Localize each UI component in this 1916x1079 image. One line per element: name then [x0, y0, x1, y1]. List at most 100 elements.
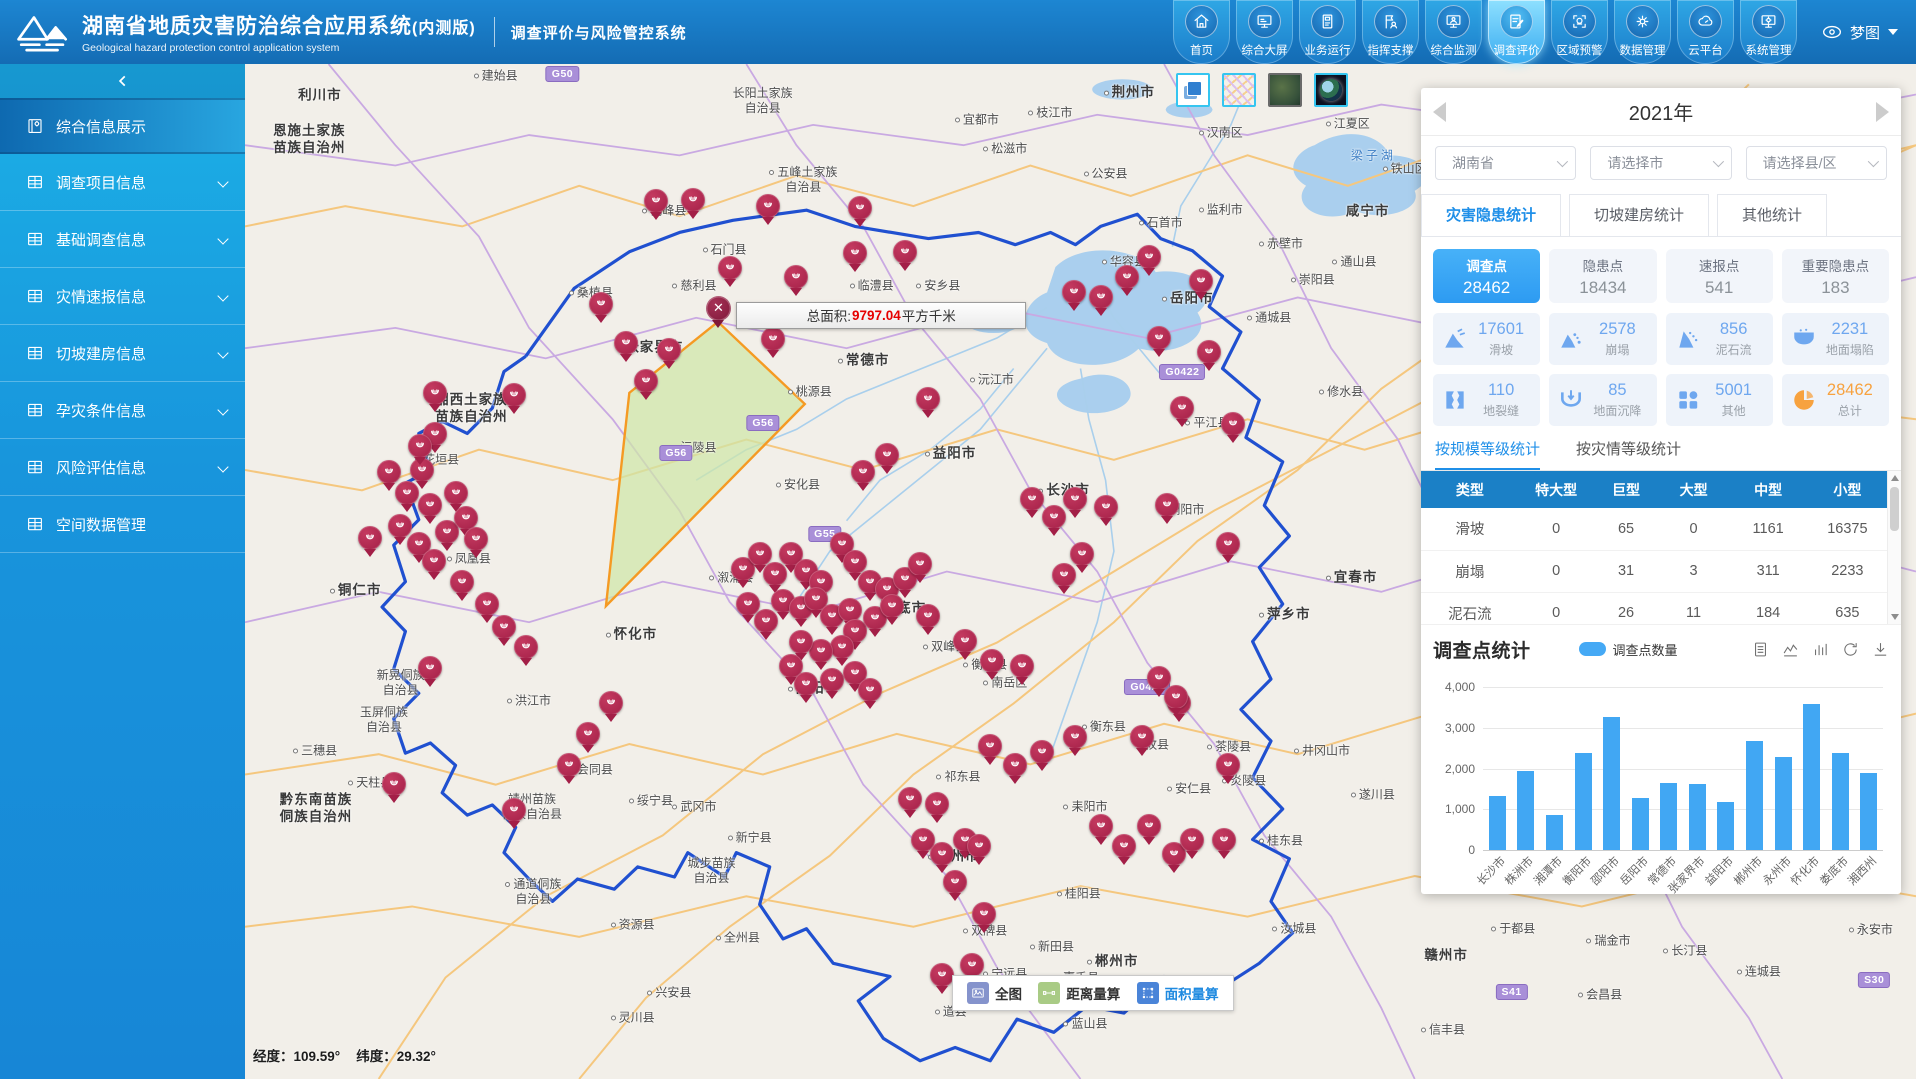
- panel-tab-2[interactable]: 切坡建房统计: [1569, 194, 1709, 236]
- hazard-point-marker[interactable]: [1155, 493, 1179, 517]
- sidebar-item-8[interactable]: 空间数据管理: [0, 496, 245, 553]
- bar-衡阳市[interactable]: [1575, 753, 1592, 850]
- stat-card-4[interactable]: 重要隐患点183: [1782, 249, 1889, 303]
- bar-常德市[interactable]: [1660, 783, 1677, 850]
- hazard-point-marker[interactable]: [1020, 487, 1044, 511]
- hazard-point-marker[interactable]: [681, 188, 705, 212]
- hazard-point-marker[interactable]: [492, 615, 516, 639]
- area-measure-button[interactable]: 面积量算: [1137, 982, 1219, 1004]
- refresh-icon[interactable]: [1842, 641, 1859, 658]
- hazard-point-marker[interactable]: [908, 552, 932, 576]
- nav-item-cloud[interactable]: 云平台: [1677, 0, 1734, 64]
- hazard-point-marker[interactable]: [972, 902, 996, 926]
- bar-湘西州[interactable]: [1860, 773, 1877, 850]
- scroll-thumb[interactable]: [1890, 487, 1899, 531]
- subtab-2[interactable]: 按灾情等级统计: [1576, 438, 1681, 470]
- bar-岳阳市[interactable]: [1632, 798, 1649, 850]
- hazard-point-marker[interactable]: [464, 527, 488, 551]
- user-menu[interactable]: 梦图: [1822, 22, 1898, 43]
- hazard-point-marker[interactable]: [925, 792, 949, 816]
- measure-point-marker[interactable]: ✕: [706, 296, 731, 321]
- nav-item-survey[interactable]: 调查评价: [1488, 0, 1545, 64]
- year-prev-button[interactable]: [1433, 102, 1446, 122]
- hazard-point-marker[interactable]: [843, 241, 867, 265]
- bar-张家界市[interactable]: [1689, 784, 1706, 850]
- hazard-point-marker[interactable]: [1089, 814, 1113, 838]
- hazard-point-marker[interactable]: [422, 549, 446, 573]
- bar-永州市[interactable]: [1775, 757, 1792, 850]
- hazard-point-marker[interactable]: [960, 953, 984, 977]
- scroll-up-icon[interactable]: [1891, 475, 1899, 481]
- hazard-point-marker[interactable]: [1052, 563, 1076, 587]
- nav-item-warn[interactable]: 区域预警: [1551, 0, 1608, 64]
- dist-measure-button[interactable]: 距离量算: [1038, 982, 1120, 1004]
- hazard-point-marker[interactable]: [1180, 828, 1204, 852]
- hazard-point-marker[interactable]: [898, 787, 922, 811]
- hazard-point-marker[interactable]: [1112, 834, 1136, 858]
- sidebar-item-7[interactable]: 风险评估信息: [0, 439, 245, 496]
- panel-tab-1[interactable]: 灾害隐患统计: [1421, 194, 1561, 236]
- sidebar-item-3[interactable]: 基础调查信息: [0, 211, 245, 268]
- sidebar-item-4[interactable]: 灾情速报信息: [0, 268, 245, 325]
- sidebar-item-6[interactable]: 孕灾条件信息: [0, 382, 245, 439]
- hazard-point-marker[interactable]: [718, 256, 742, 280]
- bar-chart-icon[interactable]: [1812, 641, 1829, 658]
- line-chart-icon[interactable]: [1782, 641, 1799, 658]
- hazard-point-marker[interactable]: [514, 635, 538, 659]
- stat-card-1[interactable]: 调查点28462: [1433, 249, 1540, 303]
- hazard-point-marker[interactable]: [589, 292, 613, 316]
- hazard-point-marker[interactable]: [953, 629, 977, 653]
- region-select-1[interactable]: 湖南省: [1435, 146, 1576, 180]
- region-select-2[interactable]: 请选择市: [1590, 146, 1731, 180]
- hazard-point-marker[interactable]: [576, 722, 600, 746]
- hazard-point-marker[interactable]: [444, 481, 468, 505]
- hazard-point-marker[interactable]: [1164, 685, 1188, 709]
- table-scrollbar[interactable]: [1887, 471, 1901, 624]
- scroll-down-icon[interactable]: [1891, 614, 1899, 620]
- sidebar-item-1[interactable]: 综合信息展示: [0, 98, 245, 154]
- hazard-point-marker[interactable]: [1010, 654, 1034, 678]
- data-view-icon[interactable]: [1752, 641, 1769, 658]
- nav-item-system[interactable]: 系统管理: [1740, 0, 1797, 64]
- basemap-satellite-button[interactable]: [1268, 73, 1302, 107]
- hazard-point-marker[interactable]: [634, 369, 658, 393]
- hazard-point-marker[interactable]: [980, 649, 1004, 673]
- basemap-street-button[interactable]: [1222, 73, 1256, 107]
- hazard-point-marker[interactable]: [1042, 505, 1066, 529]
- hazard-point-marker[interactable]: [1003, 753, 1027, 777]
- subtab-1[interactable]: 按规模等级统计: [1435, 438, 1540, 470]
- bar-郴州市[interactable]: [1746, 741, 1763, 850]
- hazard-point-marker[interactable]: [418, 493, 442, 517]
- hazard-point-marker[interactable]: [1216, 532, 1240, 556]
- hazard-point-marker[interactable]: [1094, 495, 1118, 519]
- stat-card-3[interactable]: 速报点541: [1666, 249, 1773, 303]
- hazard-point-marker[interactable]: [930, 842, 954, 866]
- year-next-button[interactable]: [1876, 102, 1889, 122]
- hazard-point-marker[interactable]: [893, 240, 917, 264]
- basemap-globe-button[interactable]: [1314, 73, 1348, 107]
- download-icon[interactable]: [1872, 641, 1889, 658]
- nav-item-home[interactable]: 首页: [1173, 0, 1230, 64]
- sidebar-item-2[interactable]: 调查项目信息: [0, 154, 245, 211]
- hazard-point-marker[interactable]: [736, 592, 760, 616]
- panel-tab-3[interactable]: 其他统计: [1717, 194, 1827, 236]
- bar-湘潭市[interactable]: [1546, 815, 1563, 850]
- hazard-point-marker[interactable]: [382, 772, 406, 796]
- nav-item-command[interactable]: 指挥支撑: [1362, 0, 1419, 64]
- hazard-point-marker[interactable]: [880, 594, 904, 618]
- hazard-point-marker[interactable]: [830, 635, 854, 659]
- bar-株洲市[interactable]: [1517, 771, 1534, 850]
- hazard-point-marker[interactable]: [820, 668, 844, 692]
- hazard-point-marker[interactable]: [557, 753, 581, 777]
- sidebar-collapse-button[interactable]: [0, 64, 245, 98]
- hazard-point-marker[interactable]: [1089, 285, 1113, 309]
- hazard-point-marker[interactable]: [930, 963, 954, 987]
- nav-item-screen[interactable]: 综合大屏: [1236, 0, 1293, 64]
- hazard-point-marker[interactable]: [377, 460, 401, 484]
- hazard-point-marker[interactable]: [1221, 412, 1245, 436]
- hazard-point-marker[interactable]: [763, 562, 787, 586]
- nav-item-data[interactable]: 数据管理: [1614, 0, 1671, 64]
- bar-娄底市[interactable]: [1832, 753, 1849, 850]
- nav-item-biz[interactable]: 业务运行: [1299, 0, 1356, 64]
- chart-legend[interactable]: 调查点数量: [1579, 640, 1678, 659]
